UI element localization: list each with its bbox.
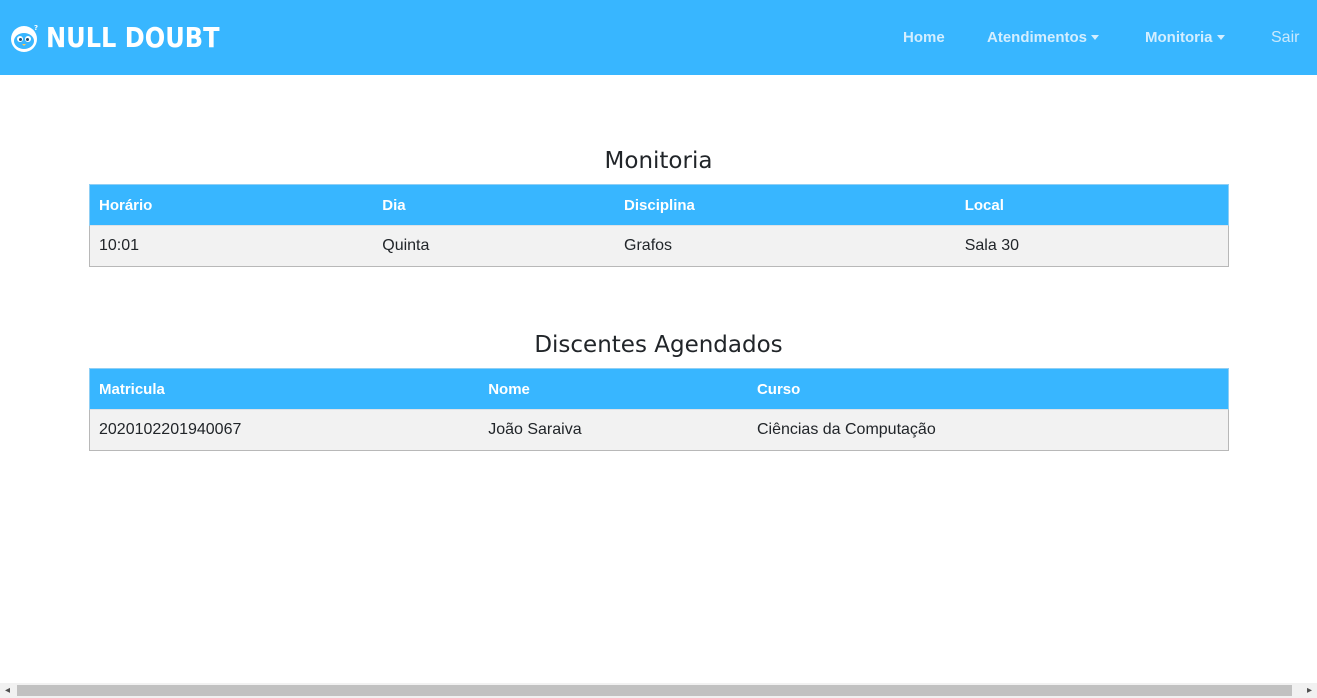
- nav-home-label: Home: [903, 29, 945, 46]
- cell-nome: João Saraiva: [479, 409, 748, 451]
- column-header: Curso: [747, 368, 1229, 410]
- nav-monitoria-label: Monitoria: [1145, 29, 1213, 46]
- cell-local: Sala 30: [955, 225, 1229, 267]
- nav-atendimentos-dropdown[interactable]: Atendimentos: [987, 29, 1100, 46]
- table-header-row: Matricula Nome Curso: [89, 368, 1229, 410]
- caret-down-icon: [1216, 35, 1225, 40]
- table-row: 2020102201940067 João Saraiva Ciências d…: [89, 409, 1229, 451]
- table-row: 10:01 Quinta Grafos Sala 30: [89, 225, 1229, 267]
- scroll-right-icon[interactable]: ▸: [1302, 683, 1317, 698]
- brand-link[interactable]: ? NULL DOUBT: [10, 22, 248, 54]
- monitoria-title: Monitoria: [604, 148, 713, 174]
- column-header: Dia: [373, 184, 616, 226]
- cell-horario: 10:01: [89, 225, 374, 267]
- brand-name: NULL DOUBT: [46, 21, 220, 54]
- cell-matricula: 2020102201940067: [89, 409, 480, 451]
- cell-disciplina: Grafos: [615, 225, 956, 267]
- cell-dia: Quinta: [373, 225, 616, 267]
- scroll-left-icon[interactable]: ◂: [0, 683, 15, 698]
- column-header: Nome: [479, 368, 748, 410]
- horizontal-scrollbar[interactable]: ◂ ▸: [0, 683, 1317, 698]
- column-header: Matricula: [89, 368, 480, 410]
- penguin-logo-icon: ?: [11, 24, 38, 52]
- navbar: ? NULL DOUBT Home Atendimentos Monitoria…: [0, 0, 1317, 75]
- table-header-row: Horário Dia Disciplina Local: [89, 184, 1229, 226]
- nav-atendimentos-label: Atendimentos: [987, 29, 1088, 46]
- nav-sair-label: Sair: [1271, 29, 1300, 46]
- discentes-title: Discentes Agendados: [534, 332, 783, 358]
- monitoria-table: Horário Dia Disciplina Local 10:01 Quint…: [89, 184, 1229, 267]
- column-header: Local: [955, 184, 1229, 226]
- caret-down-icon: [1091, 35, 1100, 40]
- nav-sair[interactable]: Sair: [1271, 29, 1299, 47]
- nav-monitoria-dropdown[interactable]: Monitoria: [1145, 29, 1225, 46]
- column-header: Disciplina: [615, 184, 956, 226]
- discentes-table: Matricula Nome Curso 2020102201940067 Jo…: [89, 368, 1229, 451]
- column-header: Horário: [89, 184, 374, 226]
- cell-curso: Ciências da Computação: [747, 409, 1229, 451]
- scrollbar-thumb[interactable]: [17, 685, 1292, 696]
- nav-home[interactable]: Home: [903, 29, 945, 46]
- svg-text:?: ?: [34, 24, 38, 32]
